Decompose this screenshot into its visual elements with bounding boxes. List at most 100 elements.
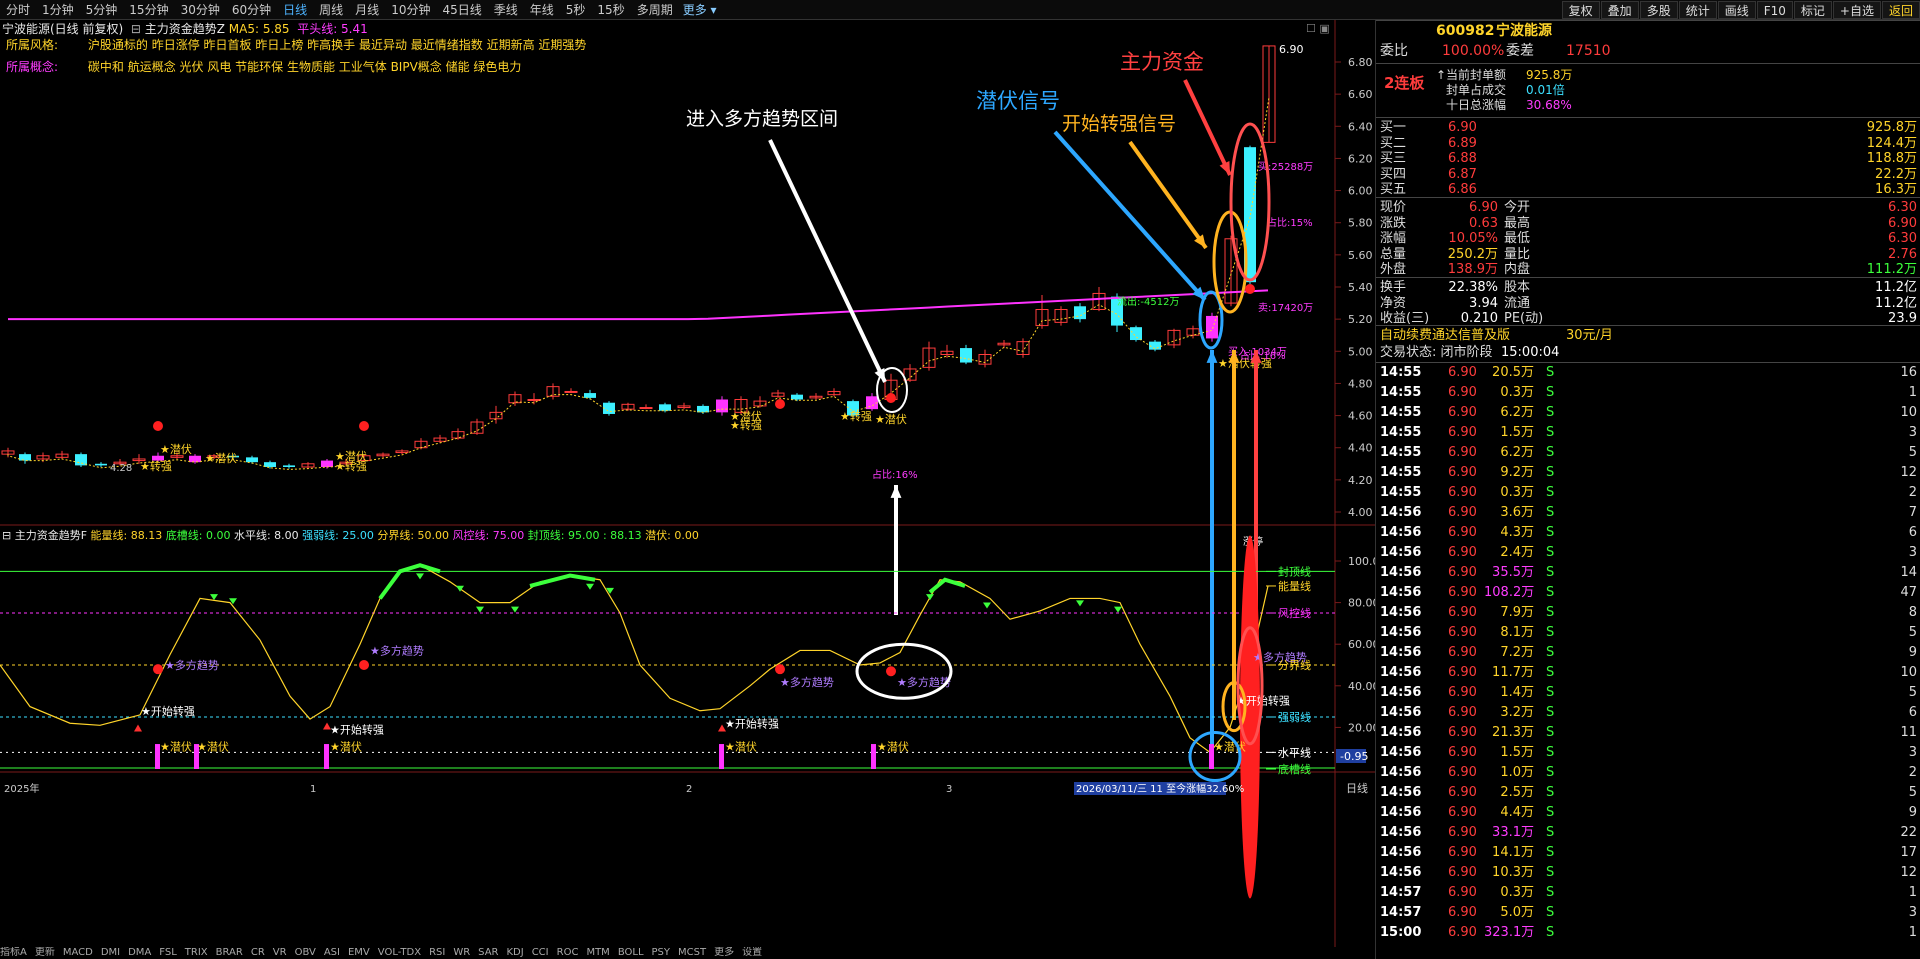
tick-time: 14:55 — [1380, 425, 1422, 440]
sub-right-label: 风控线 — [1278, 606, 1311, 620]
tick-side: S — [1546, 525, 1555, 540]
timeframe-tab[interactable]: 日线 — [277, 0, 313, 20]
indicator-tab[interactable]: ASI — [324, 947, 340, 958]
indicator-tab[interactable]: VOL-TDX — [378, 947, 421, 958]
tick-side: S — [1546, 625, 1555, 640]
tick-side: S — [1546, 445, 1555, 460]
tick-count: 2 — [1908, 485, 1917, 500]
indicator-tab[interactable]: CR — [251, 947, 265, 958]
ma5-expand-icon[interactable]: ⊟ — [127, 22, 145, 36]
toolbar-button[interactable]: 复权 — [1561, 0, 1600, 19]
toolbar-button[interactable]: 画线 — [1717, 0, 1756, 19]
tick-time: 14:56 — [1380, 685, 1422, 700]
indicator-tab[interactable]: VR — [273, 947, 287, 958]
indicator-tab[interactable]: MTM — [586, 947, 609, 958]
tick-side: S — [1546, 885, 1555, 900]
indicator-tab[interactable]: TRIX — [185, 947, 208, 958]
tick-count: 5 — [1908, 625, 1917, 640]
timeframe-tab[interactable]: 季线 — [488, 0, 524, 20]
indicator-tab[interactable]: 更新 — [35, 947, 55, 958]
weibi-value: 100.00% — [1442, 43, 1505, 59]
timeframe-tab[interactable]: 45日线 — [436, 0, 487, 20]
timeframe-tab[interactable]: 年线 — [524, 0, 560, 20]
down-arrow-icon — [210, 594, 218, 601]
indicator-tab[interactable]: PSY — [652, 947, 671, 958]
indicator-tab[interactable]: MACD — [63, 947, 93, 958]
tick-row: 14:56 6.90 35.5万 S 14 — [1376, 564, 1920, 582]
ad-price[interactable]: 30元/月 — [1566, 327, 1613, 345]
indicator-tab[interactable]: DMI — [101, 947, 120, 958]
timeframe-tab[interactable]: 5分钟 — [80, 0, 124, 20]
kline-chart[interactable]: 6.80 6.60 6.40 6.20 6.00 5.80 5.60 5.40 5.20 5.00… — [0, 20, 1375, 947]
timeframe-tab[interactable]: 30分钟 — [175, 0, 226, 20]
sub-value: -0.95 — [1340, 750, 1368, 763]
indicator-tab[interactable]: WR — [453, 947, 470, 958]
tick-time: 14:56 — [1380, 725, 1422, 740]
tick-side: S — [1546, 785, 1555, 800]
price-tick: 4.20 — [1348, 474, 1373, 487]
timeframe-tab[interactable]: 10分钟 — [385, 0, 436, 20]
indicator-tab[interactable]: EMV — [348, 947, 370, 958]
chart-window-icons[interactable]: ☐ ▣ — [1306, 22, 1330, 35]
indicator-tab[interactable]: KDJ — [506, 947, 523, 958]
indicator-tab[interactable]: CCI — [532, 947, 549, 958]
timeframe-tab[interactable]: 分时 — [0, 0, 36, 20]
toolbar-button[interactable]: 叠加 — [1600, 0, 1639, 19]
indicator-tab[interactable]: DMA — [128, 947, 151, 958]
ad-row[interactable]: 自动续费通达信普及版 30元/月 — [1376, 327, 1920, 345]
tick-row: 14:56 6.90 4.3万 S 6 — [1376, 524, 1920, 542]
tick-row: 14:56 6.90 14.1万 S 17 — [1376, 844, 1920, 862]
timeframe-tab[interactable]: 15分钟 — [123, 0, 174, 20]
toolbar-button[interactable]: +自选 — [1832, 0, 1881, 19]
indicator-tab[interactable]: BOLL — [618, 947, 644, 958]
chart-title-row: 宁波能源(日线 前复权) ⊟ 主力资金趋势Z MA5: 5.85 平头线: 5.… — [2, 20, 368, 37]
timeframe-tab[interactable]: 15秒 — [591, 0, 630, 20]
tick-count: 8 — [1908, 605, 1917, 620]
toolbar-button[interactable]: 多股 — [1639, 0, 1678, 19]
tick-side: S — [1546, 485, 1555, 500]
timeframe-tab[interactable]: 1分钟 — [36, 0, 80, 20]
tick-time: 14:56 — [1380, 565, 1422, 580]
sub-chart-header: ⊟ 主力资金趋势F 能量线: 88.13 底槽线: 0.00 水平线: 8.00… — [2, 527, 699, 543]
chart-overlays: 6.80 6.60 6.40 6.20 6.00 5.80 5.60 5.40 5.20 5.00… — [7, 43, 1373, 757]
indicator-tab[interactable]: RSI — [429, 947, 445, 958]
tick-row: 14:55 6.90 0.3万 S 1 — [1376, 384, 1920, 402]
price-tick: 4.40 — [1348, 442, 1373, 455]
ad-text[interactable]: 自动续费通达信普及版 — [1380, 327, 1510, 345]
tick-time: 14:56 — [1380, 865, 1422, 880]
x-axis-range: 2026/03/11/三 11 至今涨幅32.60% — [1076, 782, 1244, 795]
indicator-tab[interactable]: 设置 — [742, 947, 762, 958]
timeframe-tab[interactable]: 更多 ▾ — [679, 0, 721, 20]
timeframe-tab[interactable]: 周线 — [313, 0, 349, 20]
sub-collapse-icon[interactable]: ⊟ — [2, 529, 15, 542]
tick-volume: 2.5万 — [1500, 785, 1534, 800]
indicator-tab[interactable]: FSL — [159, 947, 177, 958]
timeframe-tab[interactable]: 多周期 — [631, 0, 679, 20]
timeframe-tab[interactable]: 60分钟 — [226, 0, 277, 20]
tick-time: 14:55 — [1380, 445, 1422, 460]
indicator-tab[interactable]: 指标A — [0, 947, 27, 958]
down-arrow-icon — [926, 594, 934, 601]
arrow-strong — [1128, 140, 1208, 250]
indicator-tab[interactable]: MCST — [678, 947, 706, 958]
ma5-line — [7, 97, 1270, 470]
tick-price: 6.90 — [1448, 625, 1477, 640]
tick-count: 6 — [1908, 705, 1917, 720]
indicator-tab[interactable]: BRAR — [216, 947, 243, 958]
indicator-tab[interactable]: 更多 — [714, 947, 734, 958]
toolbar-button[interactable]: F10 — [1756, 0, 1793, 19]
indicator-tab[interactable]: OBV — [295, 947, 316, 958]
tick-price: 6.90 — [1448, 805, 1477, 820]
timeframe-tab[interactable]: 月线 — [349, 0, 385, 20]
tick-volume: 4.3万 — [1500, 525, 1534, 540]
tick-volume: 11.7万 — [1492, 665, 1534, 680]
tick-side: S — [1546, 705, 1555, 720]
indicator-tab[interactable]: ROC — [557, 947, 579, 958]
tick-row: 14:56 6.90 2.5万 S 5 — [1376, 784, 1920, 802]
toolbar-button[interactable]: 统计 — [1678, 0, 1717, 19]
toolbar-button[interactable]: 返回 — [1881, 0, 1920, 19]
quote-row: 外盘 138.9万 内盘 111.2万 — [1376, 261, 1920, 279]
timeframe-tab[interactable]: 5秒 — [560, 0, 592, 20]
indicator-tab[interactable]: SAR — [478, 947, 498, 958]
toolbar-button[interactable]: 标记 — [1793, 0, 1832, 19]
